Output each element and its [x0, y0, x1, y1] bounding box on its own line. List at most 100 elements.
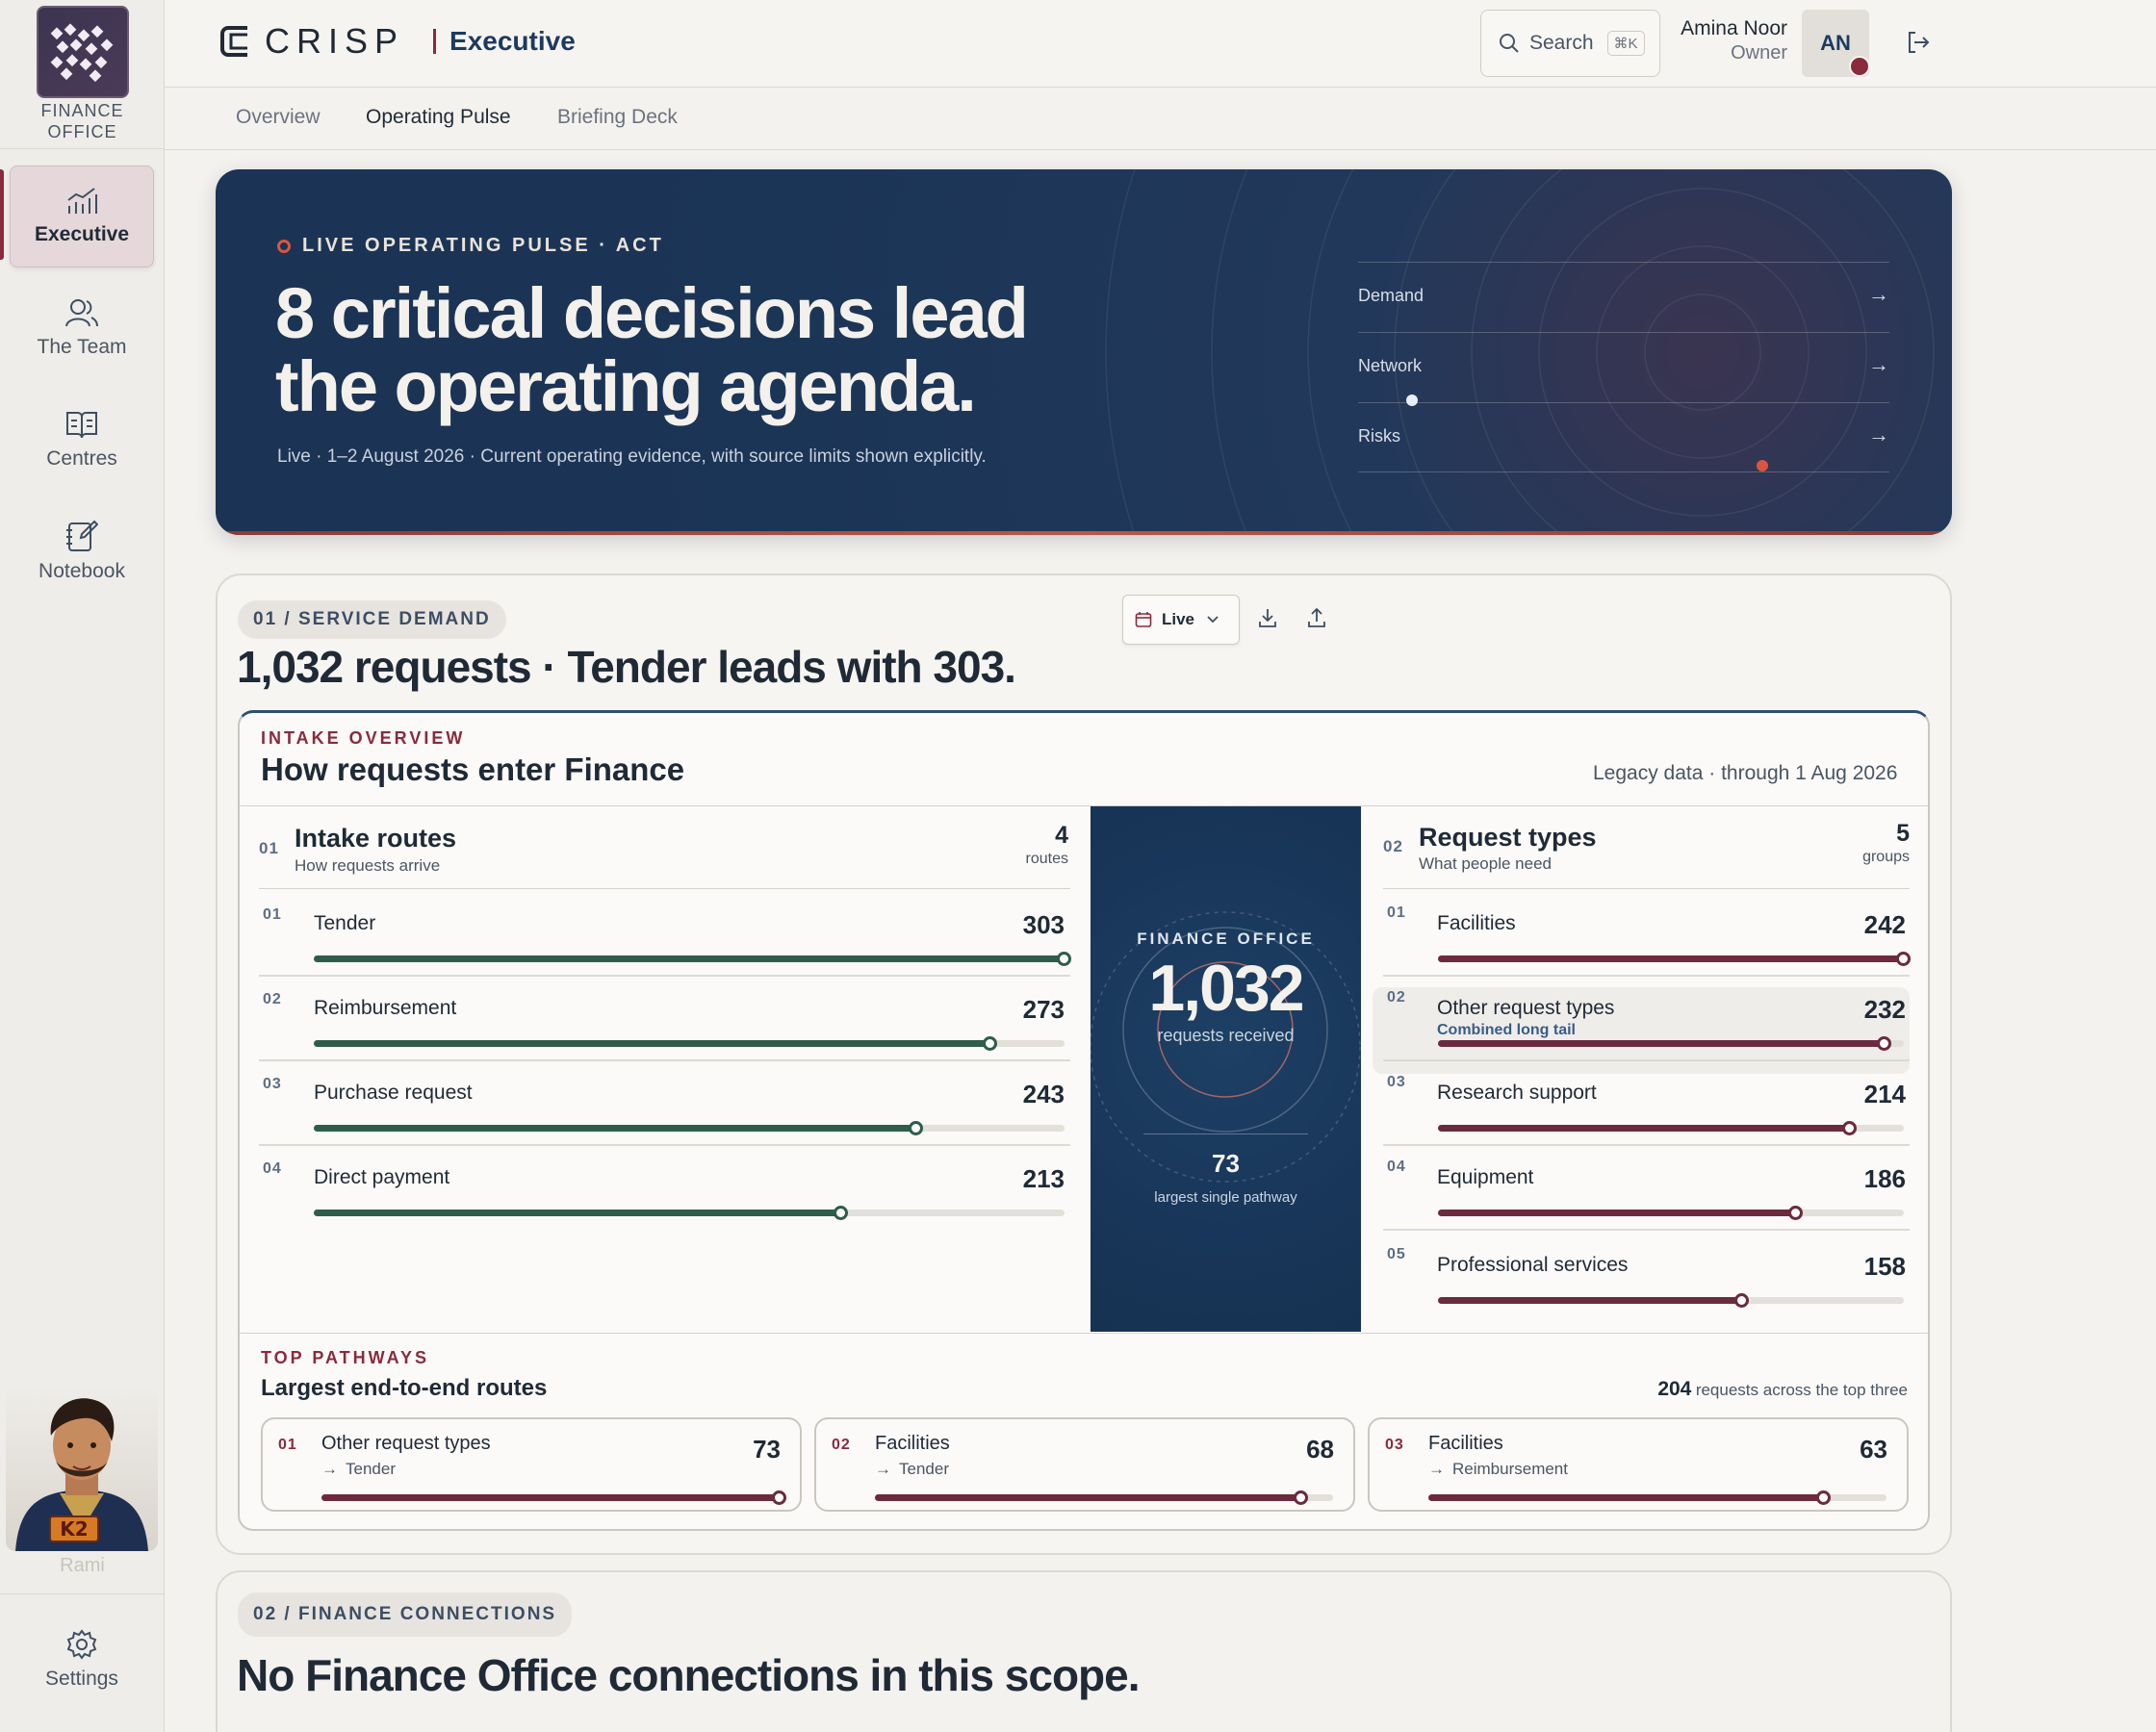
- finance-office-logo[interactable]: [37, 6, 129, 98]
- type-bar-fill: [1438, 1297, 1742, 1304]
- arrow-right-icon: →: [875, 1460, 891, 1478]
- divider: [1143, 1133, 1308, 1134]
- users-icon: [65, 299, 98, 327]
- search-button[interactable]: Search ⌘K: [1480, 10, 1660, 77]
- divider: [1383, 1059, 1910, 1061]
- row-number: 05: [1387, 1246, 1406, 1262]
- pathway-label: Facilities: [1428, 1433, 1503, 1454]
- row-label: Research support: [1437, 1082, 1597, 1104]
- hero-link-demand[interactable]: Demand →: [1358, 262, 1889, 332]
- sidebar-item-the-team[interactable]: The Team: [10, 277, 154, 379]
- sidebar-item-centres[interactable]: Centres: [10, 389, 154, 491]
- row-value: 186: [1863, 1164, 1906, 1193]
- column-number: 02: [1383, 837, 1403, 855]
- tab-overview[interactable]: Overview: [236, 106, 321, 129]
- pathway-card[interactable]: 02 Facilities → Tender 68: [814, 1417, 1355, 1512]
- divider: [259, 1144, 1070, 1146]
- logout-button[interactable]: [1905, 29, 1932, 61]
- type-bar-fill: [1438, 1040, 1885, 1047]
- user-status-badge: [1849, 56, 1870, 77]
- hero-link-label: Network: [1358, 356, 1423, 375]
- user-name: Amina Noor: [1681, 17, 1787, 39]
- upload-icon: [1308, 607, 1325, 627]
- brand[interactable]: CRISP Executive: [218, 21, 576, 62]
- divider: [0, 1593, 165, 1594]
- row-label: Direct payment: [314, 1166, 450, 1188]
- sidebar-item-settings[interactable]: Settings: [10, 1607, 154, 1713]
- assistant-portrait: K2: [15, 1398, 148, 1551]
- row-value: 232: [1863, 995, 1906, 1024]
- tab-bar: Overview Operating Pulse Briefing Deck: [165, 89, 2156, 150]
- pathway-destination-label: Reimbursement: [1452, 1460, 1568, 1478]
- period-select[interactable]: Live: [1122, 595, 1240, 645]
- pathway-bar-track: [1428, 1490, 1886, 1505]
- column-subtitle: What people need: [1419, 854, 1552, 873]
- top-bar: CRISP Executive Search ⌘K Amina Noor Own…: [165, 0, 2156, 88]
- sidebar-item-label: Notebook: [38, 560, 125, 582]
- hero-link-network[interactable]: Network →: [1358, 332, 1889, 402]
- row-value: 242: [1863, 910, 1906, 939]
- route-bar-fill: [314, 955, 1065, 962]
- tab-briefing-deck[interactable]: Briefing Deck: [557, 106, 678, 129]
- share-button[interactable]: [1306, 606, 1327, 634]
- type-bar-track: [1438, 1121, 1904, 1135]
- sidebar-item-executive[interactable]: Executive: [10, 166, 154, 267]
- divider: [1383, 1229, 1910, 1231]
- route-bar-knob: [1057, 952, 1071, 966]
- sidebar-item-notebook[interactable]: Notebook: [10, 500, 154, 602]
- pathway-card[interactable]: 03 Facilities → Reimbursement 63: [1368, 1417, 1909, 1512]
- summary-largest: 73: [1212, 1149, 1240, 1178]
- brand-section: Executive: [449, 26, 576, 56]
- section-headline: No Finance Office connections in this sc…: [237, 1650, 1140, 1700]
- book-icon: [66, 412, 97, 439]
- route-bar-knob: [982, 1036, 997, 1051]
- arrow-right-icon: →: [1428, 1460, 1445, 1478]
- hero-link-label: Risks: [1358, 426, 1400, 446]
- org-label: FINANCE OFFICE: [40, 101, 124, 141]
- arrow-right-icon: →: [1868, 422, 1889, 446]
- divider: [1383, 888, 1910, 889]
- type-bar-knob: [1842, 1121, 1857, 1135]
- type-bar-fill: [1438, 1125, 1850, 1132]
- pathways-total: 204 requests across the top three: [1444, 1378, 1908, 1401]
- intake-title: How requests enter Finance: [261, 751, 685, 787]
- type-bar-fill: [1438, 955, 1904, 962]
- row-label: Equipment: [1437, 1166, 1534, 1188]
- brand-name: CRISP: [265, 21, 405, 61]
- hero-kicker: LIVE OPERATING PULSE · ACT: [277, 235, 664, 257]
- divider: [259, 1059, 1070, 1061]
- pathways-title: Largest end-to-end routes: [261, 1375, 548, 1401]
- pathway-bar-knob: [1294, 1490, 1309, 1505]
- pathway-value: 68: [1306, 1435, 1334, 1464]
- summary-kicker: FINANCE OFFICE: [1137, 930, 1315, 948]
- finance-office-summary: FINANCE OFFICE 1,032 requests received 7…: [1091, 806, 1361, 1332]
- pathway-bar-fill: [1428, 1494, 1824, 1501]
- column-count: 4: [1055, 822, 1068, 849]
- user-role: Owner: [1731, 42, 1787, 64]
- pathway-value: 63: [1860, 1435, 1887, 1464]
- tab-operating-pulse[interactable]: Operating Pulse: [366, 106, 511, 129]
- pathways-total-label: requests across the top three: [1695, 1381, 1908, 1399]
- column-unit: routes: [1025, 851, 1068, 867]
- row-value: 273: [1022, 995, 1065, 1024]
- pathway-number: 03: [1385, 1437, 1404, 1453]
- pathway-bar-knob: [772, 1490, 786, 1505]
- pathway-card[interactable]: 01 Other request types → Tender 73: [261, 1417, 802, 1512]
- route-bar-knob: [908, 1121, 923, 1135]
- crisp-pattern-icon: [50, 23, 114, 83]
- hero-link-risks[interactable]: Risks →: [1358, 402, 1889, 472]
- type-bar-fill: [1438, 1210, 1796, 1216]
- row-number: 03: [263, 1076, 282, 1092]
- summary-total: 1,032: [1148, 952, 1304, 1025]
- sidebar-item-label: Executive: [34, 223, 130, 245]
- route-bar-track: [314, 1121, 1065, 1135]
- row-label: Professional services: [1437, 1254, 1629, 1276]
- brand-separator: [433, 29, 437, 54]
- download-icon: [1259, 609, 1276, 627]
- row-value: 243: [1022, 1080, 1065, 1108]
- download-button[interactable]: [1257, 606, 1278, 634]
- intake-meta: Legacy data · through 1 Aug 2026: [1593, 762, 1898, 784]
- assistant-avatar[interactable]: K2: [6, 1386, 158, 1551]
- pathway-destination-label: Tender: [346, 1460, 396, 1478]
- pathway-value: 73: [753, 1435, 781, 1464]
